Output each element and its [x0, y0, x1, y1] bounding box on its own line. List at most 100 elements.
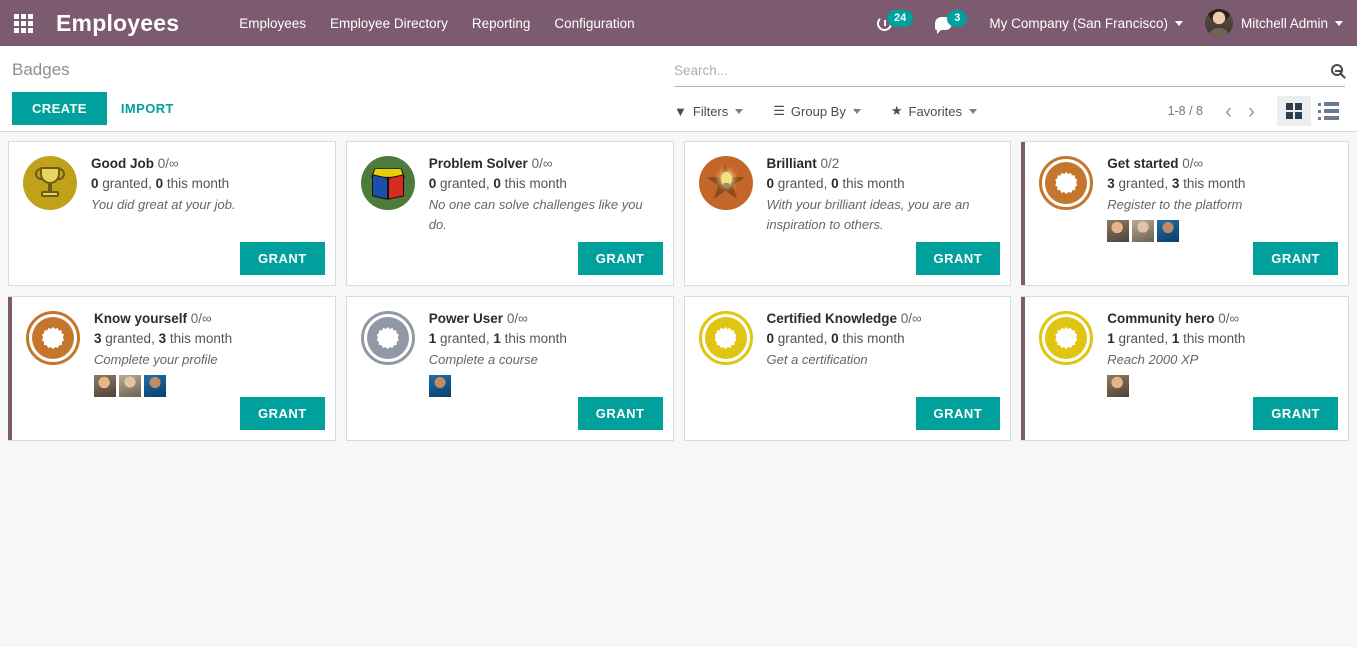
chevron-down-icon: [1174, 20, 1183, 26]
badge-ratio: 0/2: [820, 156, 840, 171]
menu-item-employee-directory[interactable]: Employee Directory: [318, 10, 460, 37]
menu-item-reporting[interactable]: Reporting: [460, 10, 543, 37]
badge-description: Register to the platform: [1107, 197, 1243, 212]
badge-card[interactable]: Problem Solver 0/∞ 0 granted, 0 this mont…: [345, 141, 674, 286]
badge-ratio: 0/∞: [506, 311, 528, 326]
previous-page-button[interactable]: ‹: [1217, 101, 1240, 122]
badge-granted-word: granted,: [1118, 331, 1169, 346]
badge-card-body: Brilliant 0/2 0 granted, 0 this month With…: [767, 154, 1001, 275]
badge-card-footer: GRANT: [94, 397, 325, 430]
badge-month-count: 0: [493, 176, 501, 191]
breadcrumb[interactable]: Badges: [12, 46, 70, 80]
badge-ratio: 0/∞: [1218, 311, 1240, 326]
menu-item-configuration[interactable]: Configuration: [542, 10, 646, 37]
avatar[interactable]: [144, 375, 166, 397]
chevron-down-icon: [1335, 20, 1343, 26]
badge-card[interactable]: Brilliant 0/2 0 granted, 0 this month With…: [683, 141, 1012, 286]
badge-card[interactable]: Know yourself 0/∞ 3 granted, 3 this month…: [8, 296, 336, 441]
list-view-button[interactable]: [1311, 96, 1345, 126]
badge-card-body: Problem Solver 0/∞ 0 granted, 0 this mont…: [429, 154, 663, 275]
badge-granted-stats: 0 granted, 0 this month: [91, 173, 325, 194]
badge-granted-stats: 3 granted, 3 this month: [1107, 173, 1338, 194]
badge-name: Know yourself: [94, 311, 188, 326]
badge-granted-stats: 1 granted, 1 this month: [429, 328, 663, 349]
user-menu[interactable]: Mitchell Admin: [1204, 9, 1343, 37]
avatar[interactable]: [1107, 375, 1130, 397]
avatar: [1204, 9, 1233, 37]
badge-month-word: this month: [842, 176, 905, 191]
grant-button[interactable]: GRANT: [1253, 242, 1338, 275]
badge-ratio: 0/∞: [157, 156, 179, 171]
starburst-badge-icon: [26, 311, 80, 365]
grant-button[interactable]: GRANT: [915, 242, 1001, 275]
badge-granted-stats: 1 granted, 1 this month: [1107, 328, 1338, 349]
grant-button[interactable]: GRANT: [577, 242, 663, 275]
badge-title-line: Good Job 0/∞: [91, 154, 325, 173]
badge-card-footer: GRANT: [429, 397, 663, 430]
badge-month-count: 0: [155, 176, 164, 191]
filters-dropdown[interactable]: ▼ Filters: [674, 104, 744, 119]
activity-count-badge: 24: [887, 9, 914, 27]
badge-title-line: Know yourself 0/∞: [94, 309, 325, 328]
company-switcher[interactable]: My Company (San Francisco): [989, 16, 1183, 31]
badge-title-line: Brilliant 0/2: [767, 154, 1001, 173]
badge-granted-count: 0: [91, 176, 99, 191]
badge-description: Complete your profile: [94, 352, 218, 367]
apps-grid-icon: [13, 13, 33, 33]
avatar[interactable]: [428, 375, 451, 397]
badge-card[interactable]: Power User 0/∞ 1 granted, 1 this month Com…: [345, 296, 674, 441]
rubiks-cube-badge-icon: [360, 156, 415, 210]
avatar[interactable]: [1157, 220, 1180, 242]
badge-name: Brilliant: [766, 156, 817, 171]
create-button[interactable]: CREATE: [12, 92, 107, 125]
badge-granted-stats: 3 granted, 3 this month: [94, 328, 325, 349]
badge-card[interactable]: Get started 0/∞ 3 granted, 3 this month Re…: [1021, 141, 1349, 286]
app-brand-employees[interactable]: Employees: [56, 10, 179, 37]
filter-toolbar: ▼ Filters ☰ Group By ★ Favorites 1-8 / 8…: [674, 91, 1345, 131]
trophy-badge-icon: [23, 156, 77, 210]
import-button[interactable]: IMPORT: [107, 92, 188, 125]
menu-item-employees[interactable]: Employees: [227, 10, 318, 37]
group-by-dropdown[interactable]: ☰ Group By: [773, 103, 861, 119]
grant-button[interactable]: GRANT: [240, 397, 325, 430]
avatar[interactable]: [94, 375, 116, 397]
badge-card-footer: GRANT: [767, 242, 1001, 275]
starburst-badge-icon: [360, 311, 415, 365]
badge-card[interactable]: Good Job 0/∞ 0 granted, 0 this month You d…: [8, 141, 336, 286]
badge-description: Complete a course: [428, 352, 538, 367]
star-lightbulb-badge-icon: [698, 156, 753, 210]
grant-button[interactable]: GRANT: [1253, 397, 1338, 430]
avatar[interactable]: [1107, 220, 1130, 242]
badge-ratio: 0/∞: [900, 311, 922, 326]
avatar[interactable]: [119, 375, 141, 397]
favorites-dropdown[interactable]: ★ Favorites: [891, 103, 977, 119]
apps-menu-button[interactable]: [0, 0, 46, 46]
badge-name: Get started: [1107, 156, 1179, 171]
activity-menu-button[interactable]: 24: [877, 9, 914, 32]
messages-menu-button[interactable]: 3: [935, 9, 968, 34]
badge-card[interactable]: Certified Knowledge 0/∞ 0 granted, 0 this…: [683, 296, 1012, 441]
search-input[interactable]: [674, 62, 1329, 78]
kanban-view-icon: [1286, 103, 1302, 119]
badge-card[interactable]: Community hero 0/∞ 1 granted, 1 this mont…: [1021, 296, 1349, 441]
grant-button[interactable]: GRANT: [577, 397, 663, 430]
avatar[interactable]: [1132, 220, 1155, 242]
granted-user-avatars: [1107, 375, 1338, 397]
badge-description: No one can solve challenges like you do.: [428, 197, 643, 232]
grant-button[interactable]: GRANT: [915, 397, 1001, 430]
badge-granted-word: granted,: [1118, 176, 1169, 191]
badge-month-count: 1: [1171, 331, 1180, 346]
search-bar[interactable]: [674, 55, 1345, 87]
kanban-view-button[interactable]: [1277, 96, 1311, 126]
next-page-button[interactable]: ›: [1240, 101, 1263, 122]
badge-ratio: 0/∞: [190, 311, 212, 326]
grant-button[interactable]: GRANT: [240, 242, 325, 275]
badge-month-count: 0: [831, 331, 839, 346]
badge-granted-word: granted,: [102, 176, 152, 191]
search-toggle-button[interactable]: [1329, 64, 1345, 76]
badge-name: Power User: [428, 311, 504, 326]
badge-card-footer: GRANT: [91, 242, 325, 275]
badge-card-footer: GRANT: [1107, 397, 1338, 430]
badge-card-body: Get started 0/∞ 3 granted, 3 this month Re…: [1107, 154, 1338, 275]
group-by-label: Group By: [790, 103, 846, 119]
